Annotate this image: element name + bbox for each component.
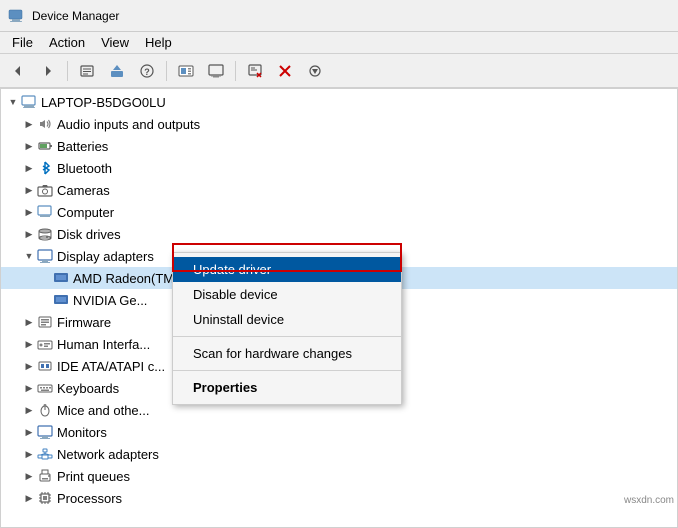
monitor-button[interactable] — [202, 58, 230, 84]
main-content: ▼ LAPTOP-B5DGO0LU ▶ Audio inputs and — [0, 88, 678, 528]
uninstall-button[interactable] — [241, 58, 269, 84]
processors-label: Processors — [57, 491, 122, 506]
network-label: Network adapters — [57, 447, 159, 462]
help-button[interactable]: ? — [133, 58, 161, 84]
batteries-label: Batteries — [57, 139, 108, 154]
menu-action[interactable]: Action — [41, 33, 93, 52]
context-menu-properties[interactable]: Properties — [173, 375, 401, 400]
firmware-icon — [37, 314, 53, 330]
toolbar: ? — [0, 54, 678, 88]
mice-expand-arrow[interactable]: ▶ — [21, 399, 37, 421]
human-label: Human Interfa... — [57, 337, 150, 352]
menu-view[interactable]: View — [93, 33, 137, 52]
keyboard-icon — [37, 380, 53, 396]
firmware-expand-arrow[interactable]: ▶ — [21, 311, 37, 333]
tree-item-batteries[interactable]: ▶ Batteries — [1, 135, 677, 157]
ide-icon — [37, 358, 53, 374]
nvidia-icon — [53, 292, 69, 308]
context-menu-disable-device[interactable]: Disable device — [173, 282, 401, 307]
battery-icon — [37, 138, 53, 154]
human-icon — [37, 336, 53, 352]
print-expand-arrow[interactable]: ▶ — [21, 465, 37, 487]
context-menu-update-driver[interactable]: Update driver — [173, 257, 401, 282]
human-expand-arrow[interactable]: ▶ — [21, 333, 37, 355]
tree-item-disk[interactable]: ▶ Disk drives — [1, 223, 677, 245]
audio-icon — [37, 116, 53, 132]
bluetooth-icon — [37, 160, 53, 176]
svg-text:?: ? — [144, 67, 150, 77]
context-menu-uninstall-device[interactable]: Uninstall device — [173, 307, 401, 332]
toolbar-sep-2 — [166, 61, 167, 81]
mice-label: Mice and othe... — [57, 403, 150, 418]
firmware-label: Firmware — [57, 315, 111, 330]
computer-label: Computer — [57, 205, 114, 220]
camera-icon — [37, 182, 53, 198]
keyboards-label: Keyboards — [57, 381, 119, 396]
mouse-icon — [37, 402, 53, 418]
cameras-label: Cameras — [57, 183, 110, 198]
amd-icon — [53, 270, 69, 286]
tree-item-bluetooth[interactable]: ▶ Bluetooth — [1, 157, 677, 179]
audio-expand-arrow[interactable]: ▶ — [21, 113, 37, 135]
ide-label: IDE ATA/ATAPI c... — [57, 359, 165, 374]
window-title: Device Manager — [32, 9, 119, 23]
processor-icon — [37, 490, 53, 506]
toolbar-sep-3 — [235, 61, 236, 81]
disk-icon — [37, 226, 53, 242]
forward-button[interactable] — [34, 58, 62, 84]
ide-expand-arrow[interactable]: ▶ — [21, 355, 37, 377]
title-bar: Device Manager — [0, 0, 678, 32]
menu-file[interactable]: File — [4, 33, 41, 52]
bluetooth-expand-arrow[interactable]: ▶ — [21, 157, 37, 179]
network-expand-arrow[interactable]: ▶ — [21, 443, 37, 465]
delete-button[interactable] — [271, 58, 299, 84]
tree-item-network[interactable]: ▶ Network adapters — [1, 443, 677, 465]
monitors-expand-arrow[interactable]: ▶ — [21, 421, 37, 443]
context-menu-scan-hardware[interactable]: Scan for hardware changes — [173, 341, 401, 366]
tree-item-computer[interactable]: ▶ Computer — [1, 201, 677, 223]
display-expand-arrow[interactable]: ▼ — [21, 245, 37, 267]
watermark: wsxdn.com — [624, 495, 674, 506]
monitors-label: Monitors — [57, 425, 107, 440]
tree-item-monitors[interactable]: ▶ Monitors — [1, 421, 677, 443]
disk-label: Disk drives — [57, 227, 121, 242]
menu-help[interactable]: Help — [137, 33, 180, 52]
update-driver-toolbar-button[interactable] — [103, 58, 131, 84]
root-label: LAPTOP-B5DGO0LU — [41, 95, 166, 110]
menu-bar: File Action View Help — [0, 32, 678, 54]
computer-icon — [21, 94, 37, 110]
nvidia-label: NVIDIA Ge... — [73, 293, 147, 308]
title-icon — [8, 8, 24, 24]
properties-button[interactable] — [73, 58, 101, 84]
disk-expand-arrow[interactable]: ▶ — [21, 223, 37, 245]
network-icon — [37, 446, 53, 462]
display-icon — [37, 248, 53, 264]
tree-item-cameras[interactable]: ▶ Cameras — [1, 179, 677, 201]
device-info-button[interactable] — [172, 58, 200, 84]
display-label: Display adapters — [57, 249, 154, 264]
toolbar-sep-1 — [67, 61, 68, 81]
processors-expand-arrow[interactable]: ▶ — [21, 487, 37, 509]
scan-button[interactable] — [301, 58, 329, 84]
print-icon — [37, 468, 53, 484]
audio-label: Audio inputs and outputs — [57, 117, 200, 132]
context-menu-sep-1 — [173, 336, 401, 337]
cameras-expand-arrow[interactable]: ▶ — [21, 179, 37, 201]
keyboards-expand-arrow[interactable]: ▶ — [21, 377, 37, 399]
bluetooth-label: Bluetooth — [57, 161, 112, 176]
root-expand-arrow[interactable]: ▼ — [5, 91, 21, 113]
context-menu: Update driver Disable device Uninstall d… — [172, 252, 402, 405]
back-button[interactable] — [4, 58, 32, 84]
tree-item-processors[interactable]: ▶ Proces — [1, 487, 677, 509]
tree-item-print[interactable]: ▶ Print queues — [1, 465, 677, 487]
tree-item-audio[interactable]: ▶ Audio inputs and outputs — [1, 113, 677, 135]
print-label: Print queues — [57, 469, 130, 484]
tree-root[interactable]: ▼ LAPTOP-B5DGO0LU — [1, 91, 677, 113]
computer-expand-arrow[interactable]: ▶ — [21, 201, 37, 223]
computer-device-icon — [37, 204, 53, 220]
context-menu-sep-2 — [173, 370, 401, 371]
batteries-expand-arrow[interactable]: ▶ — [21, 135, 37, 157]
monitors-icon — [37, 424, 53, 440]
